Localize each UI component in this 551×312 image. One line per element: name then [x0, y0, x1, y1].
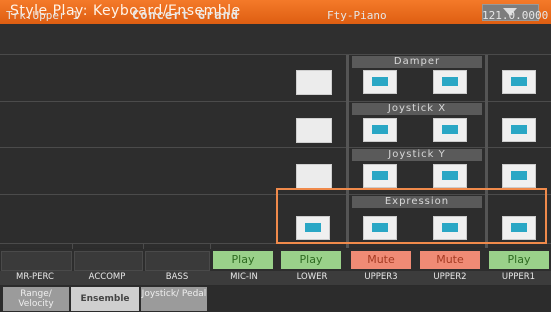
led-on-icon: [372, 77, 388, 86]
play-mute-button-accomp[interactable]: [74, 251, 143, 271]
joystick-x-checkbox-lower[interactable]: [296, 118, 332, 143]
sound-bank-number: 121.0.0000: [482, 9, 549, 22]
joystick-x-checkbox-upper3[interactable]: [363, 118, 397, 142]
damper-checkbox-lower[interactable]: [296, 70, 332, 95]
row-divider: [0, 147, 551, 148]
group-label-joystick-x: Joystick X: [352, 103, 482, 115]
track-name-mr-perc: MR-PERC: [16, 272, 54, 282]
info-bar: [0, 24, 551, 55]
track-name-accomp: ACCOMP: [88, 272, 126, 282]
play-mute-button-upper2[interactable]: Mute: [420, 251, 480, 269]
damper-checkbox-upper2[interactable]: [433, 70, 467, 94]
sound-name[interactable]: Concert Grand: [132, 8, 239, 22]
damper-checkbox-upper3[interactable]: [363, 70, 397, 94]
joystick-x-checkbox-upper1[interactable]: [502, 118, 536, 142]
group-label-damper: Damper: [352, 56, 482, 68]
led-on-icon: [442, 171, 458, 180]
track-name-lower: LOWER: [296, 272, 328, 282]
damper-checkbox-upper1[interactable]: [502, 70, 536, 94]
track-name-upper2: UPPER2: [433, 272, 467, 282]
track-name-upper3: UPPER3: [364, 272, 398, 282]
tab-range-velocity[interactable]: Range/ Velocity: [3, 287, 69, 311]
track-name-upper1: UPPER1: [501, 272, 536, 282]
led-on-icon: [372, 171, 388, 180]
play-mute-button-mic-in[interactable]: Play: [213, 251, 273, 269]
expression-highlight-frame: [276, 188, 547, 244]
sound-family: Fty-Piano: [327, 9, 387, 22]
group-label-joystick-y: Joystick Y: [352, 149, 482, 161]
tab-joystick-pedal[interactable]: Joystick/ Pedal: [141, 287, 207, 311]
joystick-y-checkbox-lower[interactable]: [296, 164, 332, 189]
led-on-icon: [442, 77, 458, 86]
track-name-mic-in: MIC-IN: [230, 272, 258, 282]
track-name-bass: BASS: [165, 272, 189, 282]
row-divider: [0, 101, 551, 102]
joystick-y-checkbox-upper2[interactable]: [433, 164, 467, 188]
led-on-icon: [511, 77, 527, 86]
play-mute-button-upper1[interactable]: Play: [489, 251, 549, 269]
joystick-x-checkbox-upper2[interactable]: [433, 118, 467, 142]
play-mute-button-lower[interactable]: Play: [281, 251, 341, 269]
play-mute-button-mr-perc[interactable]: [1, 251, 72, 271]
play-mute-button-upper3[interactable]: Mute: [351, 251, 411, 269]
joystick-y-checkbox-upper1[interactable]: [502, 164, 536, 188]
led-on-icon: [442, 125, 458, 134]
joystick-y-checkbox-upper3[interactable]: [363, 164, 397, 188]
led-on-icon: [511, 171, 527, 180]
track-label: Trk:Upper 1: [6, 9, 79, 22]
tab-ensemble[interactable]: Ensemble: [71, 287, 139, 311]
led-on-icon: [511, 125, 527, 134]
led-on-icon: [372, 125, 388, 134]
play-mute-button-bass[interactable]: [145, 251, 210, 271]
